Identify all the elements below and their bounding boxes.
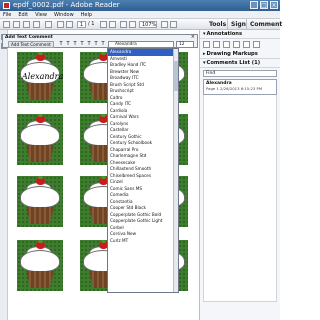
menu-bar: File Edit View Window Help	[0, 11, 280, 19]
collapse-arrow-icon: ▸	[203, 51, 206, 57]
record-audio-icon[interactable]	[243, 41, 250, 48]
menu-view[interactable]: View	[35, 11, 47, 18]
letter-spacing-button[interactable]: T	[93, 41, 99, 48]
comments-search-input[interactable]: Find	[203, 70, 277, 77]
font-option[interactable]: Curlz MT	[108, 238, 178, 245]
text-size-down-button[interactable]: T	[65, 41, 71, 48]
maximize-button[interactable]: □	[260, 1, 268, 9]
open-icon[interactable]	[3, 21, 10, 28]
main-toolbar: 1 / 1 107% Tools Sign Comment	[0, 19, 282, 30]
comment-list-item[interactable]: Alexandra Page 1 2/26/2013 6:15:23 PM	[203, 79, 277, 95]
drawing-markups-section-header[interactable]: ▸Drawing Markups	[200, 50, 280, 59]
stamp-icon[interactable]	[253, 41, 260, 48]
page-number-input[interactable]: 1	[77, 21, 86, 28]
window-title: epdf_0002.pdf - Adobe Reader	[13, 1, 120, 9]
minimize-button[interactable]: _	[250, 1, 258, 9]
text-color-button[interactable]: T	[58, 41, 64, 48]
comments-list-section-header[interactable]: ▾Comments List (1)	[200, 59, 280, 68]
text-size-up-button[interactable]: T	[72, 41, 78, 48]
email-icon[interactable]	[33, 21, 40, 28]
comment-pane: ▾Annotations ▸Drawing Markups ▾Comments …	[199, 30, 280, 320]
cupcake-image	[17, 176, 63, 227]
zoom-select[interactable]: 107%	[139, 21, 157, 28]
navigation-pane	[0, 30, 8, 320]
page-total: / 1	[88, 21, 95, 27]
comment-toolbar-close-button[interactable]: ×	[191, 35, 195, 40]
read-mode-icon[interactable]	[170, 21, 177, 28]
cupcake-image	[17, 240, 63, 291]
comments-list-area	[203, 95, 277, 302]
comment-toolbar-title: Add Text Comment	[5, 35, 53, 40]
typed-text-annotation[interactable]: Alexandra	[22, 72, 63, 81]
save-icon[interactable]	[13, 21, 20, 28]
annotation-tools	[200, 39, 280, 50]
adobe-reader-icon	[3, 2, 10, 9]
add-text-icon[interactable]	[223, 41, 230, 48]
tab-tools[interactable]: Tools	[206, 19, 229, 30]
add-text-comment-button[interactable]: Add Text Comment	[8, 41, 54, 48]
menu-help[interactable]: Help	[81, 11, 92, 18]
zoom-in-icon[interactable]	[129, 21, 136, 28]
next-page-icon[interactable]	[66, 21, 73, 28]
comment-meta: Page 1 2/26/2013 6:15:23 PM	[206, 86, 263, 91]
cupcake-image	[17, 114, 63, 165]
font-dropdown-list[interactable]: Alexandra Amvesti Bradley Hand ITC Brews…	[107, 48, 179, 293]
font-list-scrollbar[interactable]	[173, 49, 178, 292]
line-spacing-up-button[interactable]: T	[86, 41, 92, 48]
menu-edit[interactable]: Edit	[18, 11, 28, 18]
hand-icon[interactable]	[109, 21, 116, 28]
sticky-note-icon[interactable]	[203, 41, 210, 48]
print-icon[interactable]	[23, 21, 30, 28]
attach-file-icon[interactable]	[233, 41, 240, 48]
add-text-comment-toolbar: Add Text Comment × Add Text Comment T T …	[2, 34, 198, 48]
expand-arrow-icon: ▾	[203, 60, 206, 66]
previous-page-icon[interactable]	[57, 21, 64, 28]
tab-comment[interactable]: Comment	[246, 19, 285, 30]
font-family-select[interactable]: Alexandra	[108, 41, 174, 48]
comment-icon[interactable]	[45, 21, 52, 28]
menu-window[interactable]: Window	[54, 11, 74, 18]
pointer-icon[interactable]	[100, 21, 107, 28]
line-spacing-down-button[interactable]: T	[79, 41, 85, 48]
zoom-out-icon[interactable]	[120, 21, 127, 28]
close-button[interactable]: ×	[270, 1, 278, 9]
scrollbar-thumb[interactable]	[174, 61, 178, 91]
fit-page-icon[interactable]	[161, 21, 168, 28]
expand-arrow-icon: ▾	[203, 31, 206, 37]
font-size-select[interactable]: 12	[176, 41, 194, 48]
menu-file[interactable]: File	[3, 11, 11, 18]
text-bold-button[interactable]: T	[100, 41, 106, 48]
annotations-section-header[interactable]: ▾Annotations	[200, 30, 280, 39]
highlight-icon[interactable]	[213, 41, 220, 48]
window-title-bar: epdf_0002.pdf - Adobe Reader _ □ ×	[0, 0, 280, 11]
